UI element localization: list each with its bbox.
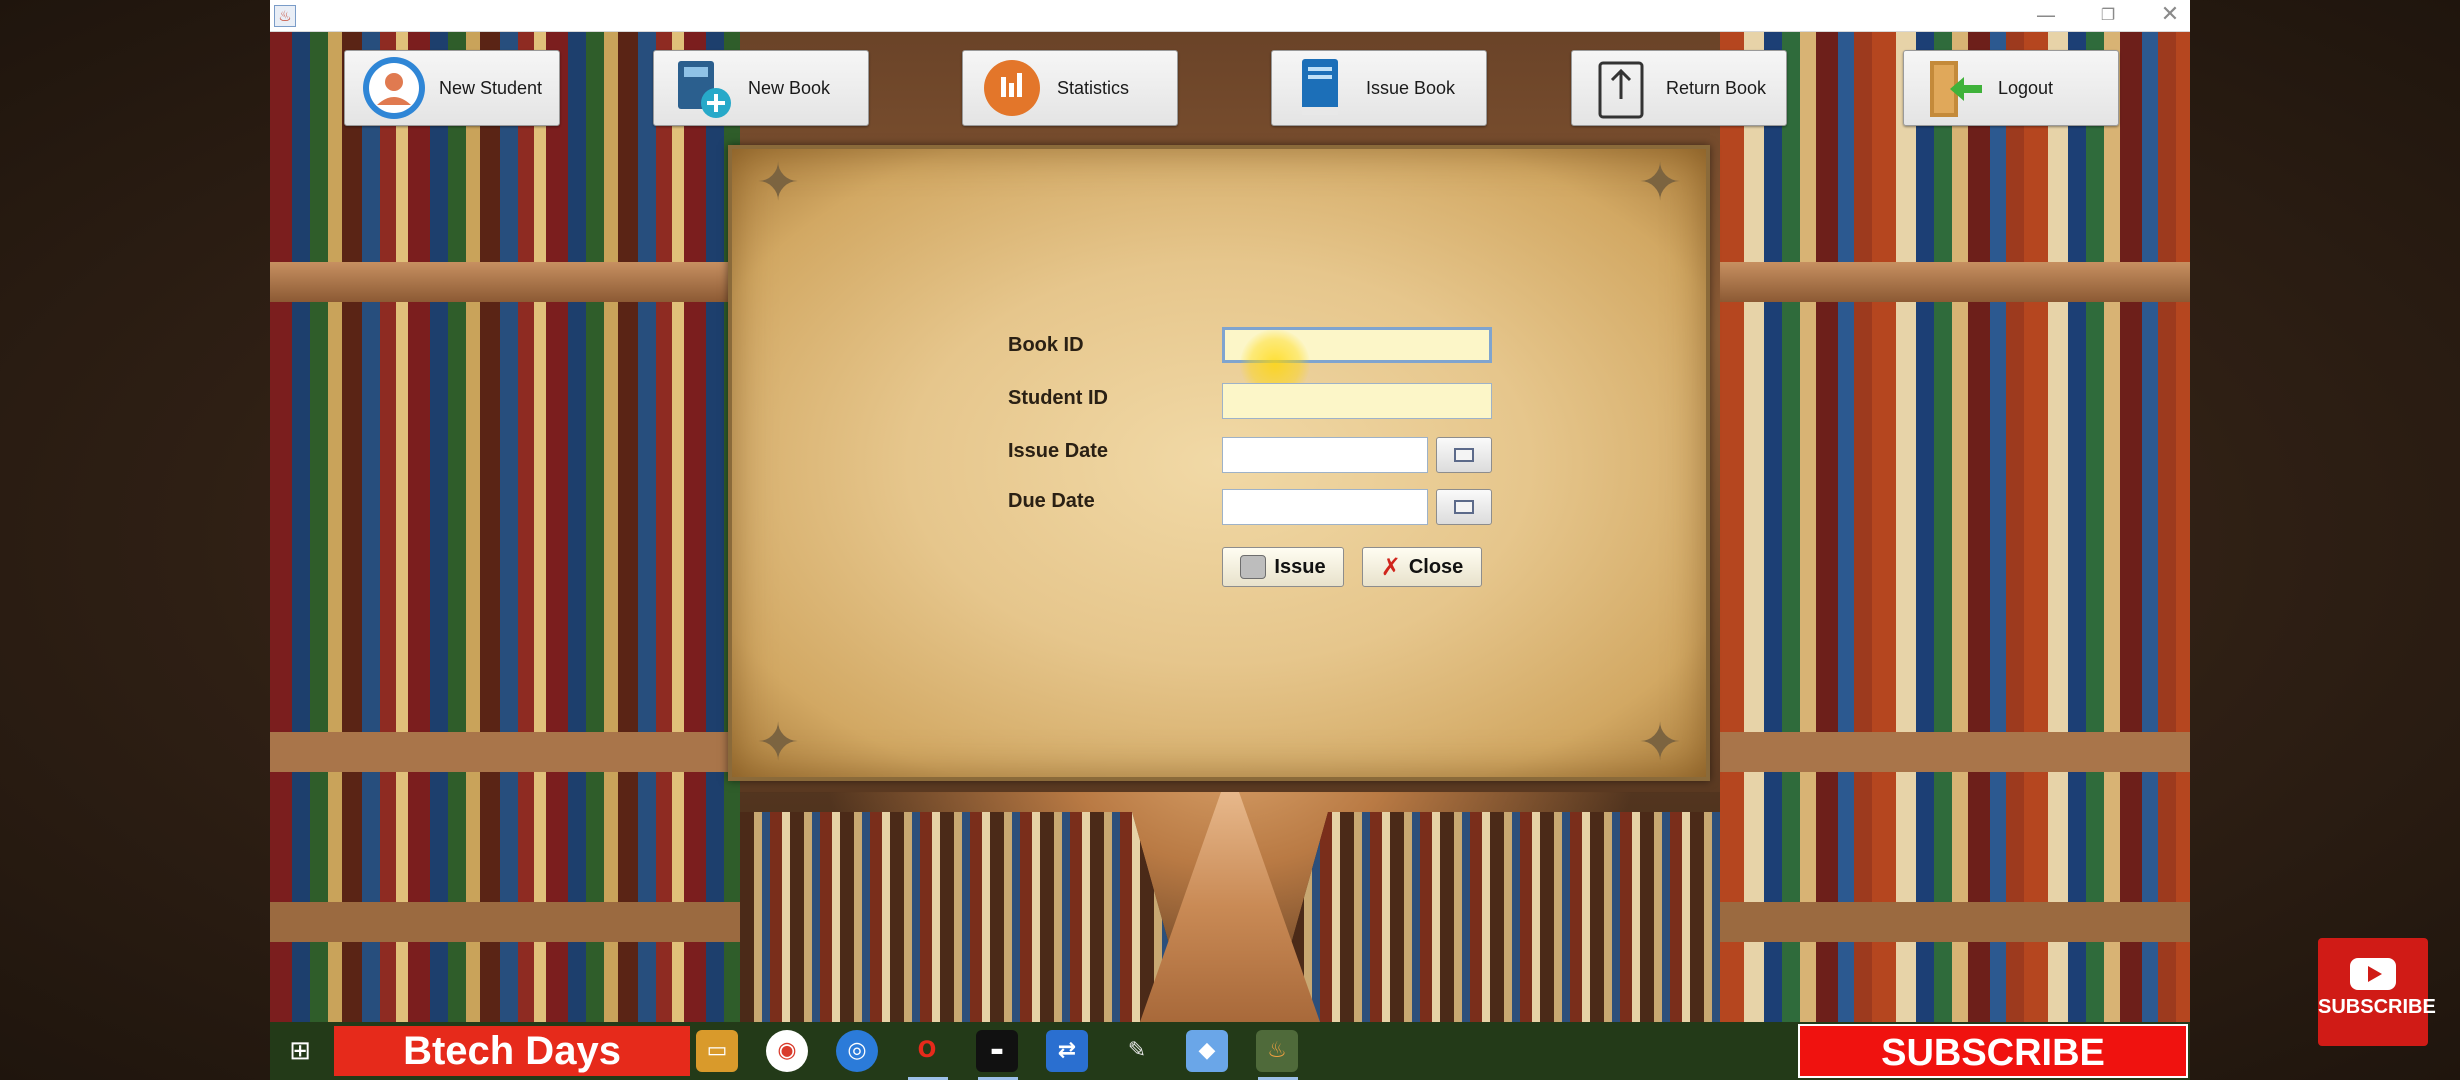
- file-explorer-icon[interactable]: ▭: [696, 1030, 738, 1072]
- virtualbox-icon[interactable]: ◆: [1186, 1030, 1228, 1072]
- calendar-icon: [1454, 500, 1474, 514]
- logout-icon: [1930, 61, 1982, 117]
- issue-button[interactable]: Issue: [1222, 547, 1344, 587]
- nav-label: New Student: [439, 77, 543, 98]
- close-window-button[interactable]: ✕: [2139, 0, 2190, 32]
- nav-label: Statistics: [1057, 77, 1130, 98]
- minimize-button[interactable]: —: [2015, 0, 2077, 32]
- student-id-input[interactable]: [1222, 383, 1492, 419]
- star-ornament-icon: ✦: [756, 154, 800, 212]
- bookshelf-right: [1720, 32, 2190, 1022]
- student-icon: [363, 57, 425, 119]
- book-id-label: Book ID: [1008, 334, 1084, 356]
- new-book-icon: [678, 61, 731, 118]
- network-icon[interactable]: ◎: [836, 1030, 878, 1072]
- java-app-icon[interactable]: ♨: [1256, 1030, 1298, 1072]
- issue-date-label: Issue Date: [1008, 440, 1109, 462]
- nav-label: New Book: [748, 77, 831, 98]
- nav-label: Issue Book: [1366, 77, 1456, 98]
- brand-banner: Btech Days: [334, 1026, 690, 1076]
- windows-start-icon[interactable]: ⊞: [270, 1022, 330, 1080]
- due-date-calendar-button[interactable]: [1436, 489, 1492, 525]
- youtube-subscribe-badge[interactable]: SUBSCRIBE: [2318, 938, 2436, 1046]
- subscribe-banner[interactable]: SUBSCRIBE: [1798, 1024, 2188, 1078]
- nav-label: Logout: [1998, 77, 2054, 98]
- taskbar: ⊞ Btech Days ▭ ◉ ◎ O ▬ ⇄ ✎ ◆ ♨ SUBSCRIBE: [270, 1022, 2190, 1080]
- title-bar: ♨ — ❐ ✕: [270, 0, 2190, 32]
- youtube-subscribe-label: SUBSCRIBE: [2318, 996, 2436, 1018]
- issue-button-label: Issue: [1274, 555, 1326, 578]
- logout-button[interactable]: Logout: [1903, 50, 2119, 126]
- return-book-button[interactable]: Return Book: [1571, 50, 1787, 126]
- terminal-icon[interactable]: ▬: [976, 1030, 1018, 1072]
- close-button-label: Close: [1408, 555, 1464, 578]
- issue-book-icon: [1302, 59, 1338, 115]
- due-date-label: Due Date: [1008, 490, 1095, 512]
- chrome-icon[interactable]: ◉: [766, 1030, 808, 1072]
- star-ornament-icon: ✦: [1638, 154, 1682, 212]
- maximize-button[interactable]: ❐: [2077, 0, 2139, 32]
- issue-date-input[interactable]: [1222, 437, 1428, 473]
- new-book-button[interactable]: New Book: [653, 50, 869, 126]
- statistics-button[interactable]: Statistics: [962, 50, 1178, 126]
- aisle-floor: [1140, 792, 1320, 1022]
- close-button[interactable]: ✗ Close: [1362, 547, 1482, 587]
- new-student-button[interactable]: New Student: [344, 50, 560, 126]
- youtube-play-icon: [2350, 958, 2396, 990]
- issue-book-button[interactable]: Issue Book: [1271, 50, 1487, 126]
- close-icon: ✗: [1380, 553, 1401, 581]
- issue-date-calendar-button[interactable]: [1436, 437, 1492, 473]
- bookshelf-left: [270, 32, 740, 1022]
- statistics-icon: [984, 60, 1040, 116]
- opera-icon[interactable]: O: [906, 1030, 948, 1072]
- student-id-label: Student ID: [1008, 387, 1108, 409]
- star-ornament-icon: ✦: [756, 714, 800, 772]
- issue-book-form-panel: ✦ ✦ ✦ ✦ Book ID Student ID Issue Date Du…: [728, 145, 1710, 781]
- app-window: ♨ — ❐ ✕ New Student New Book Statistics …: [270, 0, 2190, 1080]
- due-date-input[interactable]: [1222, 489, 1428, 525]
- java-icon: ♨: [274, 5, 296, 27]
- star-ornament-icon: ✦: [1638, 714, 1682, 772]
- return-book-icon: [1598, 61, 1644, 119]
- paint-icon[interactable]: ✎: [1116, 1030, 1158, 1072]
- remote-desktop-icon[interactable]: ⇄: [1046, 1030, 1088, 1072]
- nav-label: Return Book: [1666, 77, 1767, 98]
- book-icon: [1240, 555, 1267, 579]
- calendar-icon: [1454, 448, 1474, 462]
